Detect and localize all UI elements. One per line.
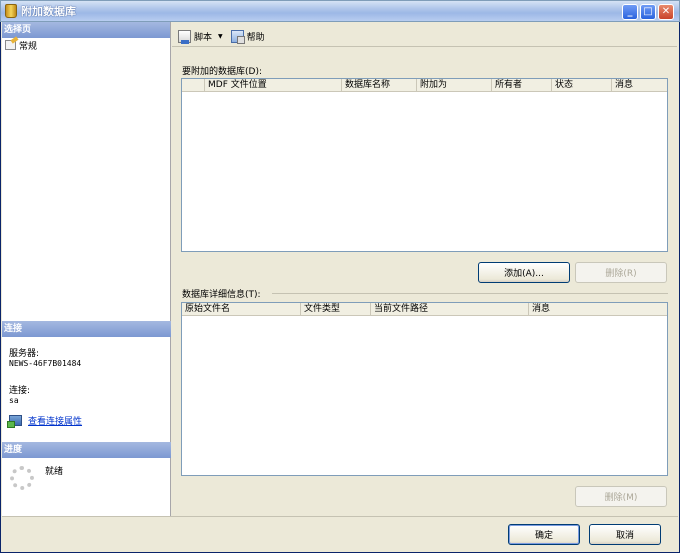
help-label: 帮助 (246, 32, 265, 43)
attach-grid-header: MDF 文件位置 数据库名称 附加为 所有者 状态 消息 (182, 79, 667, 92)
page-item-general[interactable]: 常规 (2, 38, 170, 52)
chevron-down-icon[interactable]: ▼ (218, 33, 223, 40)
select-page-header: 选择页 (2, 22, 170, 38)
grid-header-file-type[interactable]: 文件类型 (301, 303, 371, 315)
script-icon (178, 29, 191, 44)
close-icon: ✕ (661, 6, 671, 17)
grid-header-mdf-location[interactable]: MDF 文件位置 (205, 79, 342, 91)
progress-section: 进度 就绪 (2, 442, 171, 516)
connection-header: 连接 (2, 321, 171, 337)
maximize-icon: □ (643, 6, 653, 17)
connection-section: 连接 服务器: NEWS-46F7B01484 连接: sa 查看连接属性 (2, 321, 171, 441)
server-value: NEWS-46F7B01484 (9, 359, 82, 368)
view-connection-properties-link[interactable]: 查看连接属性 (28, 414, 82, 427)
minimize-icon: _ (627, 6, 633, 17)
grid-header-database-name[interactable]: 数据库名称 (342, 79, 417, 91)
progress-status: 就绪 (45, 467, 64, 477)
help-icon (230, 29, 245, 44)
add-button[interactable]: 添加(A)... (478, 262, 570, 283)
attach-databases-label: 要附加的数据库(D): (182, 67, 262, 77)
window-title: 附加数据库 (21, 5, 76, 18)
connection-label: 连接: (9, 386, 31, 396)
page-item-label: 常规 (19, 41, 38, 52)
database-details-grid[interactable]: 原始文件名 文件类型 当前文件路径 消息 (181, 302, 668, 476)
title-bar: 附加数据库 _ □ ✕ (0, 0, 680, 22)
toolbar-divider (172, 46, 677, 47)
left-pane: 选择页 常规 连接 服务器: NEWS-46F7B01484 连接: sa 查看… (2, 22, 171, 516)
cancel-button[interactable]: 取消 (589, 524, 661, 545)
server-label: 服务器: (9, 349, 40, 359)
database-details-label: 数据库详细信息(T): (182, 290, 261, 300)
close-button[interactable]: ✕ (658, 4, 674, 20)
connection-properties-icon (7, 415, 22, 428)
details-divider (272, 293, 668, 294)
grid-header-current-file-path[interactable]: 当前文件路径 (371, 303, 529, 315)
ok-button[interactable]: 确定 (508, 524, 580, 545)
window-controls: _ □ ✕ (622, 4, 674, 20)
grid-header-owner[interactable]: 所有者 (492, 79, 552, 91)
attach-databases-grid[interactable]: MDF 文件位置 数据库名称 附加为 所有者 状态 消息 (181, 78, 668, 252)
progress-header: 进度 (2, 442, 171, 458)
page-icon (5, 40, 16, 50)
grid-header-details-message[interactable]: 消息 (529, 303, 667, 315)
grid-header-original-file-name[interactable]: 原始文件名 (182, 303, 301, 315)
script-button[interactable]: 脚本 ▼ (176, 27, 225, 45)
toolbar: 脚本 ▼ 帮助 (172, 26, 677, 46)
grid-header-attach-as[interactable]: 附加为 (417, 79, 492, 91)
grid-header-status[interactable]: 状态 (552, 79, 612, 91)
remove-detail-button[interactable]: 删除(M) (575, 486, 667, 507)
footer-divider (2, 516, 678, 517)
help-button[interactable]: 帮助 (229, 27, 267, 45)
remove-database-button[interactable]: 删除(R) (575, 262, 667, 283)
details-grid-header: 原始文件名 文件类型 当前文件路径 消息 (182, 303, 667, 316)
grid-select-column (182, 79, 205, 91)
maximize-button[interactable]: □ (640, 4, 656, 20)
connection-value: sa (9, 396, 19, 405)
grid-header-message[interactable]: 消息 (612, 79, 667, 91)
script-label: 脚本 (194, 32, 213, 43)
database-icon (5, 4, 17, 18)
minimize-button[interactable]: _ (622, 4, 638, 20)
progress-spinner-icon (10, 466, 34, 490)
